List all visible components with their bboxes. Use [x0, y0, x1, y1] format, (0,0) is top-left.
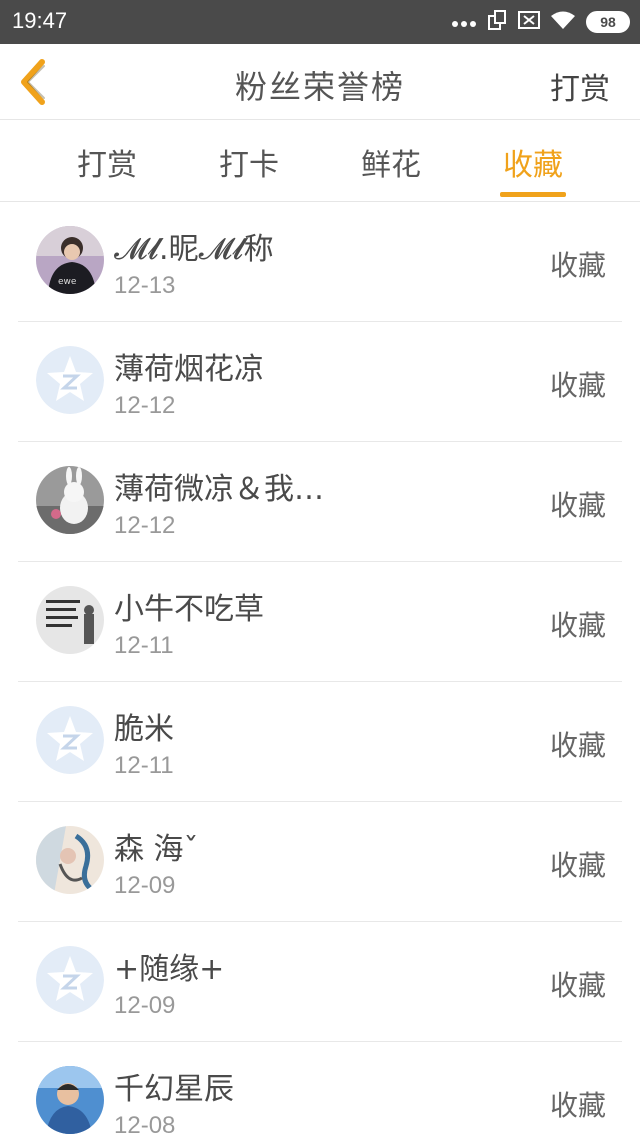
favorite-label: 收藏 [549, 729, 606, 762]
tab-reward[interactable]: 打赏 [57, 140, 157, 184]
default-avatar-icon [36, 946, 104, 1014]
status-bar: 19:47 98 [0, 0, 640, 44]
fan-list: ewe 𝓜𝓵.昵𝓜𝓵称 12-13 收藏 薄荷烟花凉 12-12 收藏 薄荷微凉… [0, 202, 640, 1138]
favorite-label: 收藏 [549, 849, 606, 882]
tab-checkin[interactable]: 打卡 [199, 140, 299, 184]
sim-off-icon [518, 10, 540, 34]
avatar [36, 586, 104, 654]
fan-date: 12-12 [114, 392, 176, 419]
screen-rotate-icon [486, 9, 508, 35]
list-item[interactable]: 脆米 12-11 收藏 [18, 682, 622, 802]
list-item[interactable]: 千幻星辰 12-08 收藏 [18, 1042, 622, 1138]
avatar [36, 466, 104, 534]
page-title: 粉丝荣誉榜 [234, 68, 405, 106]
fan-name: 森 海ˇ [114, 832, 199, 867]
avatar [36, 826, 104, 894]
fan-name: +随缘+ [114, 952, 225, 987]
fan-date: 12-11 [114, 752, 174, 779]
status-icons: 98 [452, 9, 630, 35]
battery-icon: 98 [586, 11, 630, 33]
fan-date: 12-12 [114, 512, 176, 539]
header-bar: 粉丝荣誉榜 打赏 [0, 44, 640, 120]
list-item[interactable]: +随缘+ 12-09 收藏 [18, 922, 622, 1042]
list-item[interactable]: 薄荷烟花凉 12-12 收藏 [18, 322, 622, 442]
favorite-label: 收藏 [549, 609, 606, 642]
fan-date: 12-08 [114, 1112, 176, 1138]
default-avatar-icon [36, 706, 104, 774]
default-avatar-icon [36, 346, 104, 414]
list-item[interactable]: 小牛不吃草 12-11 收藏 [18, 562, 622, 682]
svg-text:ewe: ewe [58, 277, 77, 287]
favorite-label: 收藏 [549, 369, 606, 402]
tab-flowers[interactable]: 鲜花 [341, 140, 441, 184]
tab-bar: 打赏 打卡 鲜花 收藏 [0, 120, 640, 202]
fan-date: 12-09 [114, 992, 176, 1019]
fan-name: 脆米 [114, 712, 174, 747]
chevron-left-icon [21, 59, 45, 105]
favorite-label: 收藏 [549, 969, 606, 1002]
avatar [36, 1066, 104, 1134]
fan-date: 12-13 [114, 272, 176, 299]
fan-name: 千幻星辰 [114, 1072, 234, 1107]
status-time: 19:47 [12, 8, 68, 33]
fan-name: 小牛不吃草 [114, 592, 264, 627]
more-dots-icon [452, 13, 476, 32]
favorite-label: 收藏 [549, 249, 606, 282]
wifi-icon [550, 10, 576, 34]
reward-button[interactable]: 打赏 [550, 64, 610, 108]
active-tab-indicator [500, 192, 566, 197]
fan-date: 12-09 [114, 872, 176, 899]
list-item[interactable]: ewe 𝓜𝓵.昵𝓜𝓵称 12-13 收藏 [18, 202, 622, 322]
fan-date: 12-11 [114, 632, 174, 659]
tab-favorites[interactable]: 收藏 [483, 140, 583, 184]
avatar: ewe [36, 226, 104, 294]
favorite-label: 收藏 [549, 489, 606, 522]
list-item[interactable]: 薄荷微凉＆我… 12-12 收藏 [18, 442, 622, 562]
fan-name: 薄荷烟花凉 [114, 352, 264, 387]
list-item[interactable]: 森 海ˇ 12-09 收藏 [18, 802, 622, 922]
favorite-label: 收藏 [549, 1089, 606, 1122]
fan-name: 薄荷微凉＆我… [114, 472, 324, 507]
back-button[interactable] [14, 56, 54, 108]
fan-name: 𝓜𝓵.昵𝓜𝓵称 [114, 232, 274, 267]
